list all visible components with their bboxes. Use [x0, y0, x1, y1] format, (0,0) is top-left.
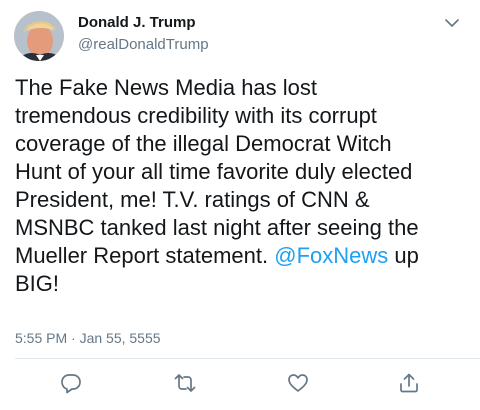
reply-icon[interactable] — [60, 372, 82, 394]
tweet-timestamp[interactable]: 5:55 PM · Jan 55, 5555 — [15, 330, 161, 346]
share-icon[interactable] — [398, 372, 420, 394]
avatar[interactable] — [14, 11, 64, 61]
tweet-line: Hunt of your all time favorite duly elec… — [15, 159, 413, 184]
tweet-line: BIG! — [15, 271, 60, 296]
author-display-name[interactable]: Donald J. Trump — [78, 14, 196, 31]
tweet-text: The Fake News Media has lost tremendous … — [15, 74, 473, 298]
chevron-down-icon[interactable] — [444, 16, 460, 28]
tweet-line: Mueller Report statement. @FoxNews up — [15, 242, 473, 270]
tweet-text-segment: Mueller Report statement. — [15, 243, 275, 268]
tweet-line: MSNBC tanked last night after seeing the — [15, 215, 419, 240]
retweet-icon[interactable] — [174, 372, 196, 394]
author-handle[interactable]: @realDonaldTrump — [78, 36, 209, 53]
divider — [15, 358, 480, 359]
tweet-line: tremendous credibility with its corrupt — [15, 103, 377, 128]
tweet-line: President, me! T.V. ratings of CNN & — [15, 187, 370, 212]
mention-link[interactable]: @FoxNews — [274, 243, 388, 268]
heart-icon[interactable] — [287, 372, 309, 394]
tweet-text-segment: up — [388, 243, 419, 268]
tweet-card: Donald J. Trump @realDonaldTrump The Fak… — [0, 0, 480, 410]
tweet-line: The Fake News Media has lost — [15, 75, 318, 100]
tweet-line: coverage of the illegal Democrat Witch — [15, 131, 392, 156]
